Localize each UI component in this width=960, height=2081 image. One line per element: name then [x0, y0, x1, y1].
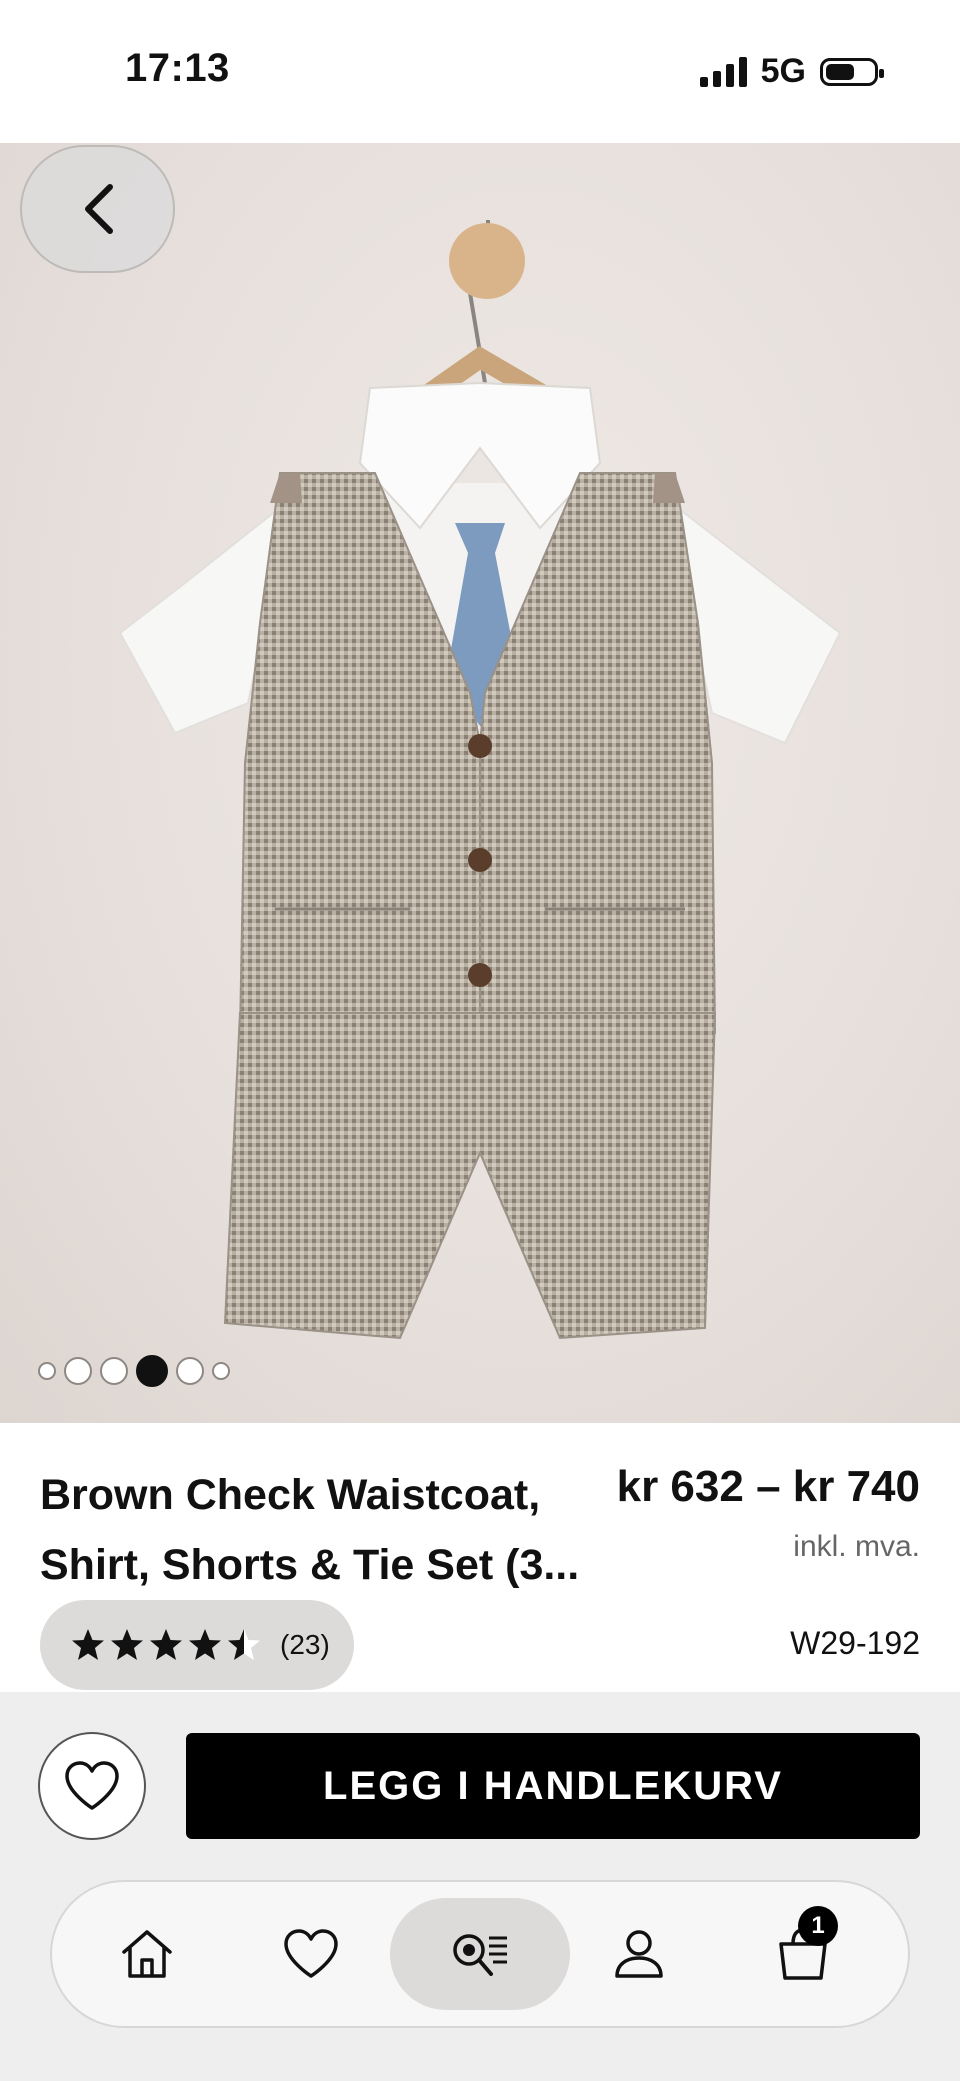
home-icon [122, 1930, 172, 1978]
gallery-pagination [38, 1355, 230, 1387]
rating-count: (23) [280, 1629, 330, 1660]
network-label: 5G [760, 52, 806, 90]
chevron-left-icon [84, 184, 113, 234]
add-to-cart-button[interactable]: LEGG I HANDLEKURV [186, 1733, 920, 1839]
tab-search[interactable] [390, 1898, 570, 2010]
rating-stars [70, 1627, 262, 1663]
heart-icon [65, 1761, 119, 1810]
gallery-dot[interactable] [100, 1357, 128, 1385]
heart-icon [284, 1929, 338, 1978]
search-list-icon [453, 1934, 507, 1976]
back-button[interactable] [20, 145, 175, 273]
gallery-dot[interactable] [176, 1357, 204, 1385]
user-icon [615, 1930, 663, 1978]
star-icon [150, 1629, 182, 1660]
product-image-gallery[interactable] [0, 143, 960, 1423]
star-icon [111, 1629, 143, 1660]
tab-favourites[interactable] [256, 1898, 366, 2010]
size-code: W29-192 [790, 1625, 920, 1661]
status-bar: 17:13 5G [0, 0, 960, 143]
tab-bar: 1 [50, 1880, 910, 2028]
vat-note: inkl. mva. [793, 1530, 920, 1563]
product-title: Brown Check Waistcoat, Shirt, Shorts & T… [40, 1460, 580, 1600]
gallery-dot[interactable] [136, 1355, 168, 1387]
battery-icon [820, 57, 884, 86]
star-icon [189, 1629, 221, 1660]
gallery-dot[interactable] [38, 1362, 56, 1380]
product-price: kr 632 – kr 740 [616, 1462, 920, 1511]
product-title-line-2: Shirt, Shorts & Tie Set (3... [40, 1541, 580, 1589]
star-icon [72, 1629, 104, 1660]
status-indicators: 5G [699, 52, 884, 91]
tab-home[interactable] [92, 1898, 202, 2010]
gallery-dot[interactable] [212, 1362, 230, 1380]
product-image [118, 220, 842, 1340]
rating-button[interactable]: (23) [40, 1600, 354, 1690]
star-icon [228, 1629, 260, 1660]
bag-count-badge: 1 [798, 1906, 838, 1946]
signal-icon [699, 56, 747, 87]
status-time: 17:13 [125, 46, 230, 90]
wishlist-button[interactable] [38, 1732, 146, 1840]
gallery-dot[interactable] [64, 1357, 92, 1385]
tab-account[interactable] [584, 1898, 694, 2010]
product-title-line-1: Brown Check Waistcoat, [40, 1471, 541, 1519]
tab-bag[interactable]: 1 [748, 1898, 858, 2010]
